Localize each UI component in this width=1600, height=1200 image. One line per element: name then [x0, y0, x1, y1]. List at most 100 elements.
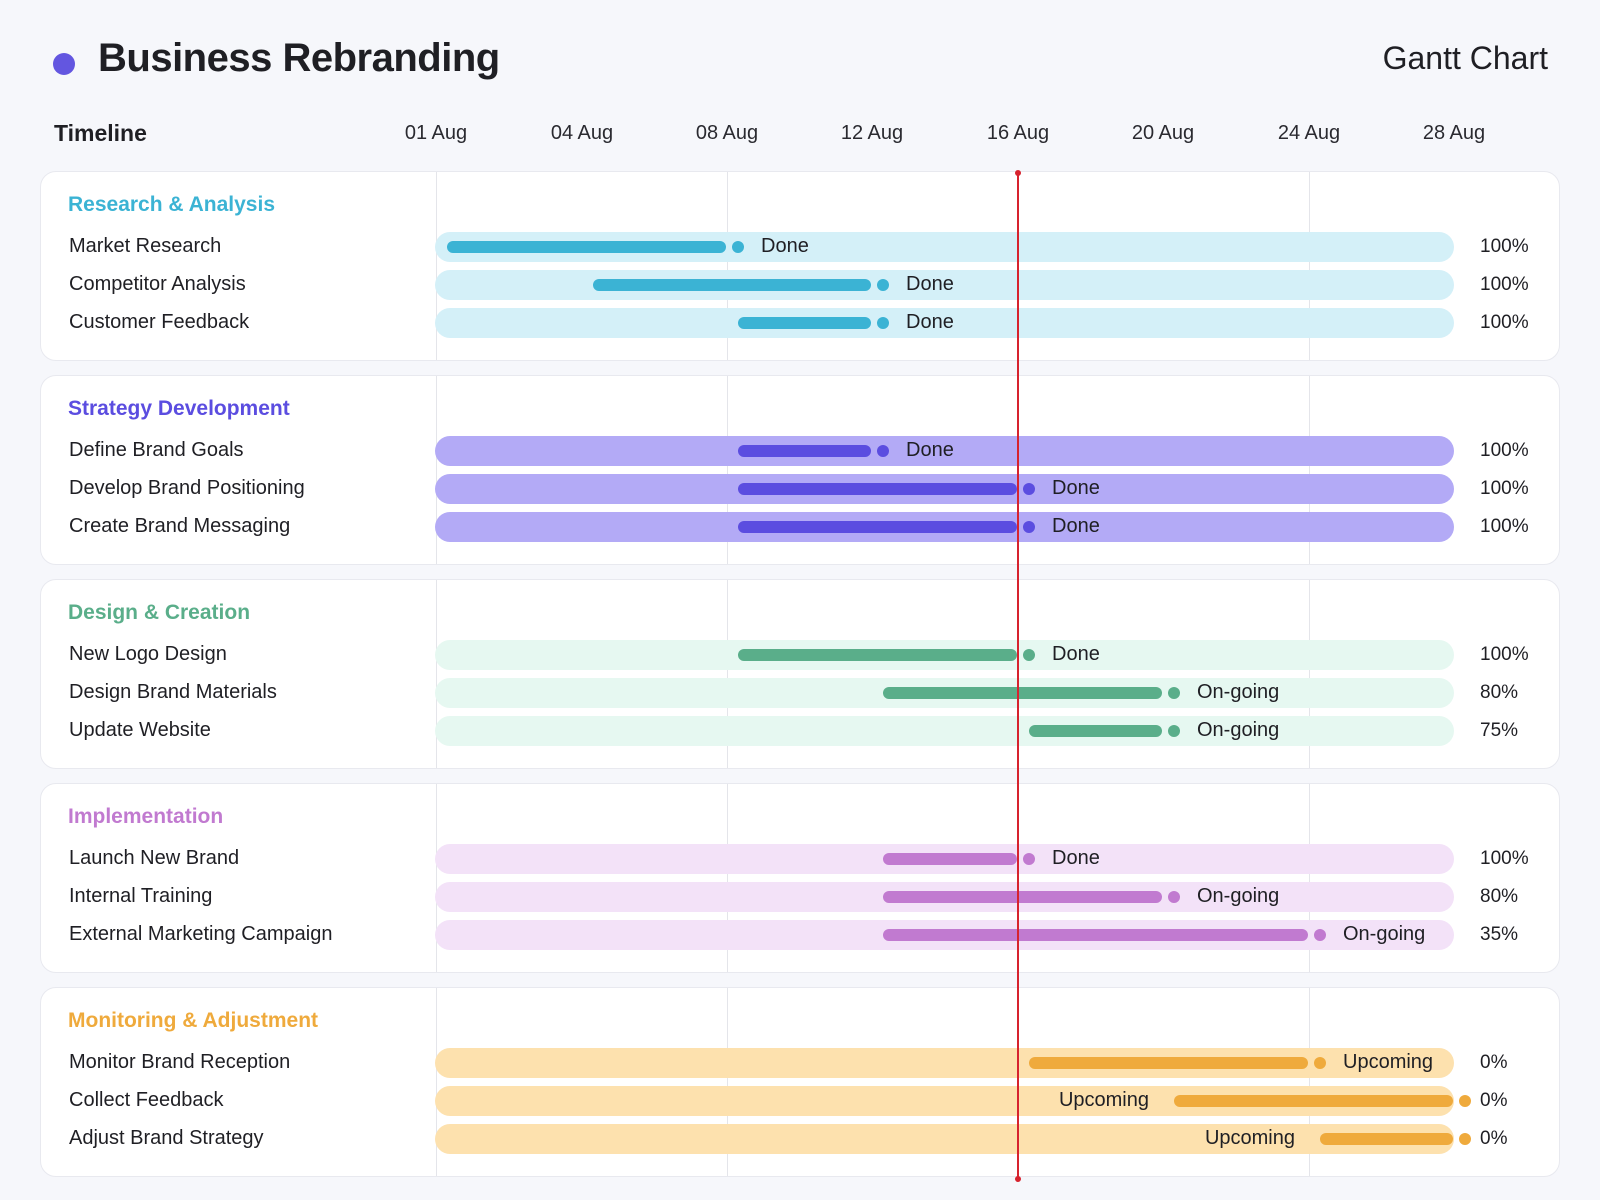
task-progress: 100% [1480, 274, 1529, 295]
gridline [436, 376, 437, 564]
chart-kind-label: Gantt Chart [1382, 40, 1548, 76]
tick-label: 12 Aug [840, 122, 904, 144]
task-dot [877, 445, 889, 457]
task-dot [877, 279, 889, 291]
task-name: Market Research [69, 235, 222, 257]
task-name: Update Website [69, 719, 211, 741]
tick-label: 08 Aug [695, 122, 759, 144]
task-track [435, 1124, 1454, 1154]
task-status: On-going [1197, 885, 1280, 907]
task-bar [1029, 1057, 1308, 1069]
task-dot [1023, 649, 1035, 661]
task-dot [1168, 687, 1180, 699]
task-dot [1314, 1057, 1326, 1069]
group-title: Strategy Development [68, 397, 290, 420]
timeline-label: Timeline [54, 120, 147, 146]
task-progress: 100% [1480, 312, 1529, 333]
task-progress: 100% [1480, 848, 1529, 869]
task-status: Upcoming [1343, 1051, 1434, 1073]
task-bar [883, 891, 1162, 903]
task-name: Internal Training [69, 885, 213, 907]
task-status: On-going [1197, 681, 1280, 703]
task-progress: 100% [1480, 516, 1529, 537]
task-status: On-going [1197, 719, 1280, 741]
task-bar [738, 317, 871, 329]
task-bar [1320, 1133, 1453, 1145]
task-status: Upcoming [1058, 1089, 1149, 1111]
task-bar [738, 649, 1017, 661]
gridline [436, 580, 437, 768]
tick-label: 01 Aug [404, 122, 468, 144]
task-dot [1459, 1095, 1471, 1107]
group-title: Research & Analysis [68, 193, 275, 216]
task-status: Done [906, 273, 954, 295]
task-name: Launch New Brand [69, 847, 240, 869]
task-status: Done [761, 235, 809, 257]
task-progress: 100% [1480, 644, 1529, 665]
task-bar [1029, 725, 1162, 737]
task-status: Done [906, 439, 954, 461]
task-progress: 100% [1480, 236, 1529, 257]
group-title: Design & Creation [68, 601, 251, 624]
task-name: Collect Feedback [69, 1089, 224, 1111]
task-name: External Marketing Campaign [69, 923, 333, 945]
today-marker-cap [1015, 1176, 1021, 1182]
gridline [436, 784, 437, 972]
task-dot [1023, 483, 1035, 495]
task-progress: 75% [1480, 720, 1519, 741]
task-name: Competitor Analysis [69, 273, 246, 295]
task-status: Done [1052, 847, 1100, 869]
task-progress: 80% [1480, 886, 1519, 907]
tick-label: 04 Aug [550, 122, 614, 144]
task-dot [1314, 929, 1326, 941]
task-bar [883, 687, 1162, 699]
task-track [435, 716, 1454, 746]
tick-label: 16 Aug [986, 122, 1050, 144]
task-progress: 100% [1480, 478, 1529, 499]
group-title: Monitoring & Adjustment [68, 1009, 319, 1032]
task-dot [877, 317, 889, 329]
task-status: On-going [1343, 923, 1426, 945]
task-name: Monitor Brand Reception [69, 1051, 291, 1073]
task-status: Done [1052, 477, 1100, 499]
task-progress: 100% [1480, 440, 1529, 461]
task-name: Develop Brand Positioning [69, 477, 305, 499]
today-marker-line [1017, 173, 1019, 1179]
task-progress: 35% [1480, 924, 1519, 945]
task-bar [738, 445, 871, 457]
task-dot [1459, 1133, 1471, 1145]
task-bar [593, 279, 871, 291]
task-progress: 80% [1480, 682, 1519, 703]
task-name: Design Brand Materials [69, 681, 277, 703]
task-dot [1023, 521, 1035, 533]
task-name: Adjust Brand Strategy [69, 1127, 264, 1149]
group-title: Implementation [68, 805, 224, 828]
task-status: Done [1052, 643, 1100, 665]
task-name: Define Brand Goals [69, 439, 244, 461]
gridline [436, 988, 437, 1176]
header-dot [53, 53, 75, 75]
tick-label: 28 Aug [1422, 122, 1486, 144]
tick-label: 24 Aug [1277, 122, 1341, 144]
task-status: Done [1052, 515, 1100, 537]
page-title: Business Rebranding [98, 36, 500, 80]
task-bar [883, 929, 1308, 941]
today-marker-cap [1015, 170, 1021, 176]
task-status: Done [906, 311, 954, 333]
task-bar [883, 853, 1017, 865]
task-status: Upcoming [1204, 1127, 1295, 1149]
task-name: Create Brand Messaging [69, 515, 291, 537]
task-name: New Logo Design [69, 643, 227, 665]
task-bar [738, 521, 1017, 533]
task-progress: 0% [1480, 1128, 1508, 1149]
task-dot [1023, 853, 1035, 865]
task-bar [447, 241, 726, 253]
task-progress: 0% [1480, 1052, 1508, 1073]
tick-label: 20 Aug [1131, 122, 1195, 144]
gridline [436, 172, 437, 360]
task-bar [738, 483, 1017, 495]
task-name: Customer Feedback [69, 311, 250, 333]
task-dot [1168, 725, 1180, 737]
task-dot [1168, 891, 1180, 903]
task-dot [732, 241, 744, 253]
